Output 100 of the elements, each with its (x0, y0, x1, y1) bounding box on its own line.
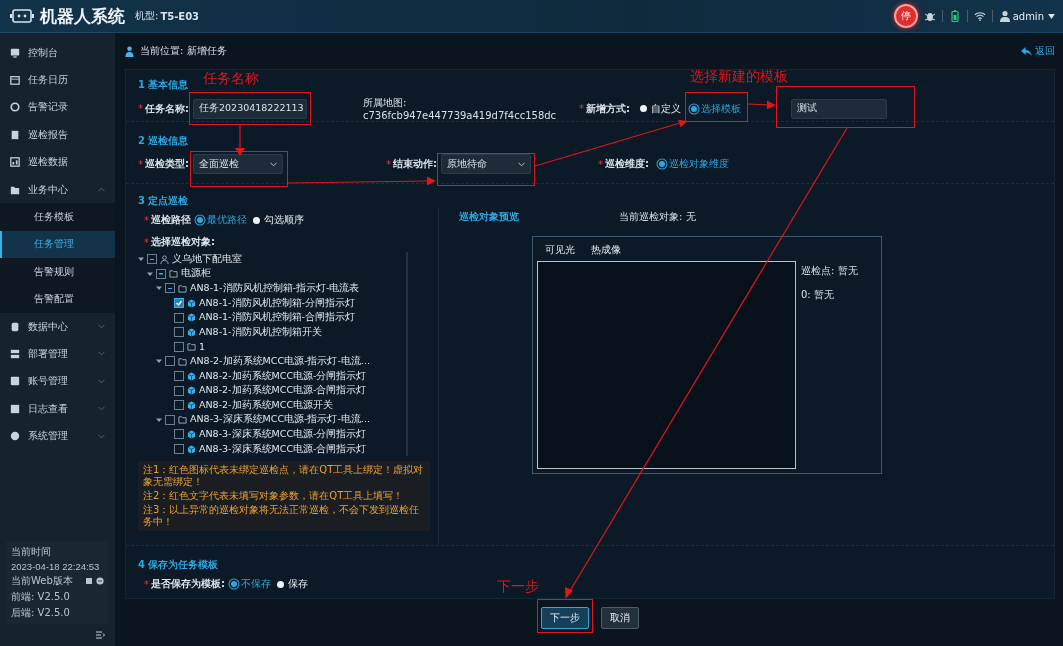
battery-icon[interactable] (948, 10, 961, 22)
sidebar-subitem[interactable]: 告警规则 (0, 258, 115, 286)
folder-icon (10, 184, 20, 195)
next-button[interactable]: 下一步 (541, 607, 589, 629)
template-field[interactable]: 测试 (791, 98, 887, 119)
tree-node-label[interactable]: AN8-2-加药系统MCC电源-指示灯-电流... (190, 354, 370, 368)
checkbox[interactable] (165, 283, 175, 294)
checkbox[interactable] (165, 414, 175, 425)
tree-node-label[interactable]: AN8-1-消防风机控制箱-指示灯-电流表 (190, 282, 360, 295)
alarm-icon (10, 102, 20, 113)
model-label: 机型: (135, 9, 159, 23)
sidebar-item[interactable]: 告警记录 (0, 93, 115, 122)
breadcrumb: 当前位置: 新增任务 (140, 44, 227, 58)
sidebar-item[interactable]: 巡检报告 (0, 121, 115, 149)
bug-icon[interactable] (923, 10, 936, 22)
caret-icon[interactable] (147, 270, 153, 277)
required-mark: * (138, 158, 143, 170)
tree-node-label[interactable]: AN8-2-加药系统MCC电源-分闸指示灯 (199, 369, 367, 383)
tree-node-label[interactable]: 1 (199, 341, 206, 353)
chevron-icon (518, 161, 525, 167)
tree-node-label[interactable]: AN8-2-加药系统MCC电源-合闸指示灯 (199, 384, 367, 398)
checkbox[interactable] (165, 356, 175, 367)
tree-node-label[interactable]: AN8-1-消防风机控制箱-合闸指示灯 (199, 311, 355, 325)
checkbox[interactable] (174, 371, 184, 382)
wifi-icon[interactable] (973, 10, 986, 22)
caret-icon[interactable] (156, 416, 162, 423)
tree-node-label[interactable]: AN8-3-深床系统MCC电源-指示灯-电流... (190, 413, 370, 427)
back-link[interactable]: 返回 (1021, 44, 1055, 58)
sidebar-item[interactable]: 账号管理 (0, 367, 115, 396)
tree-node-label[interactable]: AN8-1-消防风机控制箱开关 (199, 325, 322, 339)
chevron-icon (98, 433, 105, 439)
tree-node-label[interactable]: AN8-2-加药系统MCC电源开关 (199, 398, 333, 412)
tree-node-label[interactable]: 电源柜 (181, 267, 211, 281)
sidebar-item[interactable]: 部署管理 (0, 340, 115, 368)
tree-node-label[interactable]: AN8-3-深床系统MCC电源-分闸指示灯 (199, 427, 367, 441)
sidebar-item[interactable]: 巡检数据 (0, 148, 115, 176)
chevron-icon (98, 378, 105, 384)
required-mark: * (138, 103, 143, 114)
tree-node-label[interactable]: AN8-1-消防风机控制箱-分闸指示灯 (199, 296, 355, 310)
monitor-icon (10, 47, 20, 58)
radio-option[interactable]: 勾选顺序 (253, 213, 304, 227)
radio-option[interactable]: 自定义 (640, 101, 681, 116)
checkbox[interactable] (174, 429, 184, 440)
arrow (747, 100, 776, 110)
minus-circle-icon[interactable] (96, 577, 104, 585)
radio-option[interactable]: 选择模板 (691, 101, 741, 116)
chevron-icon (98, 406, 105, 412)
highlight-frame (537, 599, 593, 633)
checkbox[interactable] (174, 341, 184, 352)
patrol-point-info: 巡检点: 暂无 (801, 264, 859, 278)
chevron-icon (98, 324, 105, 330)
tree-node-label[interactable]: AN8-3-深床系统MCC电源-合闸指示灯 (199, 442, 367, 456)
tree-node-label[interactable]: 义乌地下配电室 (172, 252, 242, 266)
radio-option[interactable]: 保存 (277, 577, 308, 591)
cube-icon (187, 400, 196, 410)
checkbox[interactable] (174, 385, 184, 396)
radio-option[interactable]: 最优路径 (197, 213, 247, 227)
info-value: 2023-04-18 22:24:53 (11, 561, 101, 572)
robot-face-icon (10, 8, 34, 24)
cancel-button[interactable]: 取消 (601, 607, 639, 629)
checkbox[interactable] (174, 327, 184, 338)
checkbox[interactable] (174, 312, 184, 323)
field-label: 新增方式: (586, 101, 630, 116)
task-name-field[interactable]: 任务20230418222113 (193, 98, 307, 119)
cube-icon (187, 298, 196, 308)
patrol-type-select[interactable]: 全面巡检 (193, 154, 283, 174)
preview-tab[interactable]: 可见光 (545, 243, 575, 255)
warning-note: 注2：红色文字代表未填写对象参数，请在QT工具上填写！ (143, 490, 405, 503)
info-label: 当前时间 (11, 545, 52, 559)
caret-icon[interactable] (156, 358, 162, 365)
preview-tab[interactable]: 热成像 (591, 243, 621, 255)
sidebar-subitem[interactable]: 任务管理 (0, 230, 115, 259)
emergency-stop-button[interactable]: 停 (893, 4, 918, 28)
sidebar-item[interactable]: 任务日历 (0, 66, 115, 94)
caret-icon[interactable] (138, 256, 144, 263)
end-action-select[interactable]: 原地待命 (441, 154, 531, 174)
sidebar-subitem[interactable]: 任务模板 (0, 203, 115, 231)
person-icon (125, 45, 134, 57)
caret-icon[interactable] (156, 285, 162, 292)
checkbox[interactable] (147, 254, 157, 265)
sidebar-item[interactable]: 系统管理 (0, 422, 115, 450)
menu-collapse-icon[interactable] (95, 630, 105, 640)
checkbox[interactable] (174, 444, 184, 454)
radio-option[interactable]: 巡检对象维度 (659, 157, 729, 171)
sidebar-item[interactable]: 控制台 (0, 39, 115, 67)
sidebar-item[interactable]: 日志查看 (0, 395, 115, 423)
checkbox[interactable] (174, 298, 184, 309)
annotation-label: 选择新建的模板 (690, 68, 788, 86)
back-arrow-icon (1021, 46, 1032, 56)
checkbox[interactable] (156, 268, 166, 279)
user-menu[interactable]: admin (1012, 10, 1055, 22)
arrow (235, 124, 245, 156)
sidebar-subitem[interactable]: 告警配置 (0, 285, 115, 313)
radio-option[interactable]: 不保存 (231, 577, 271, 591)
sidebar-item[interactable]: 业务中心 (0, 175, 115, 204)
cube-icon (187, 429, 196, 439)
sidebar-item[interactable]: 数据中心 (0, 312, 115, 341)
section-title: 2 巡检信息 (138, 134, 189, 148)
checkbox[interactable] (174, 400, 184, 411)
required-mark: * (144, 236, 149, 248)
